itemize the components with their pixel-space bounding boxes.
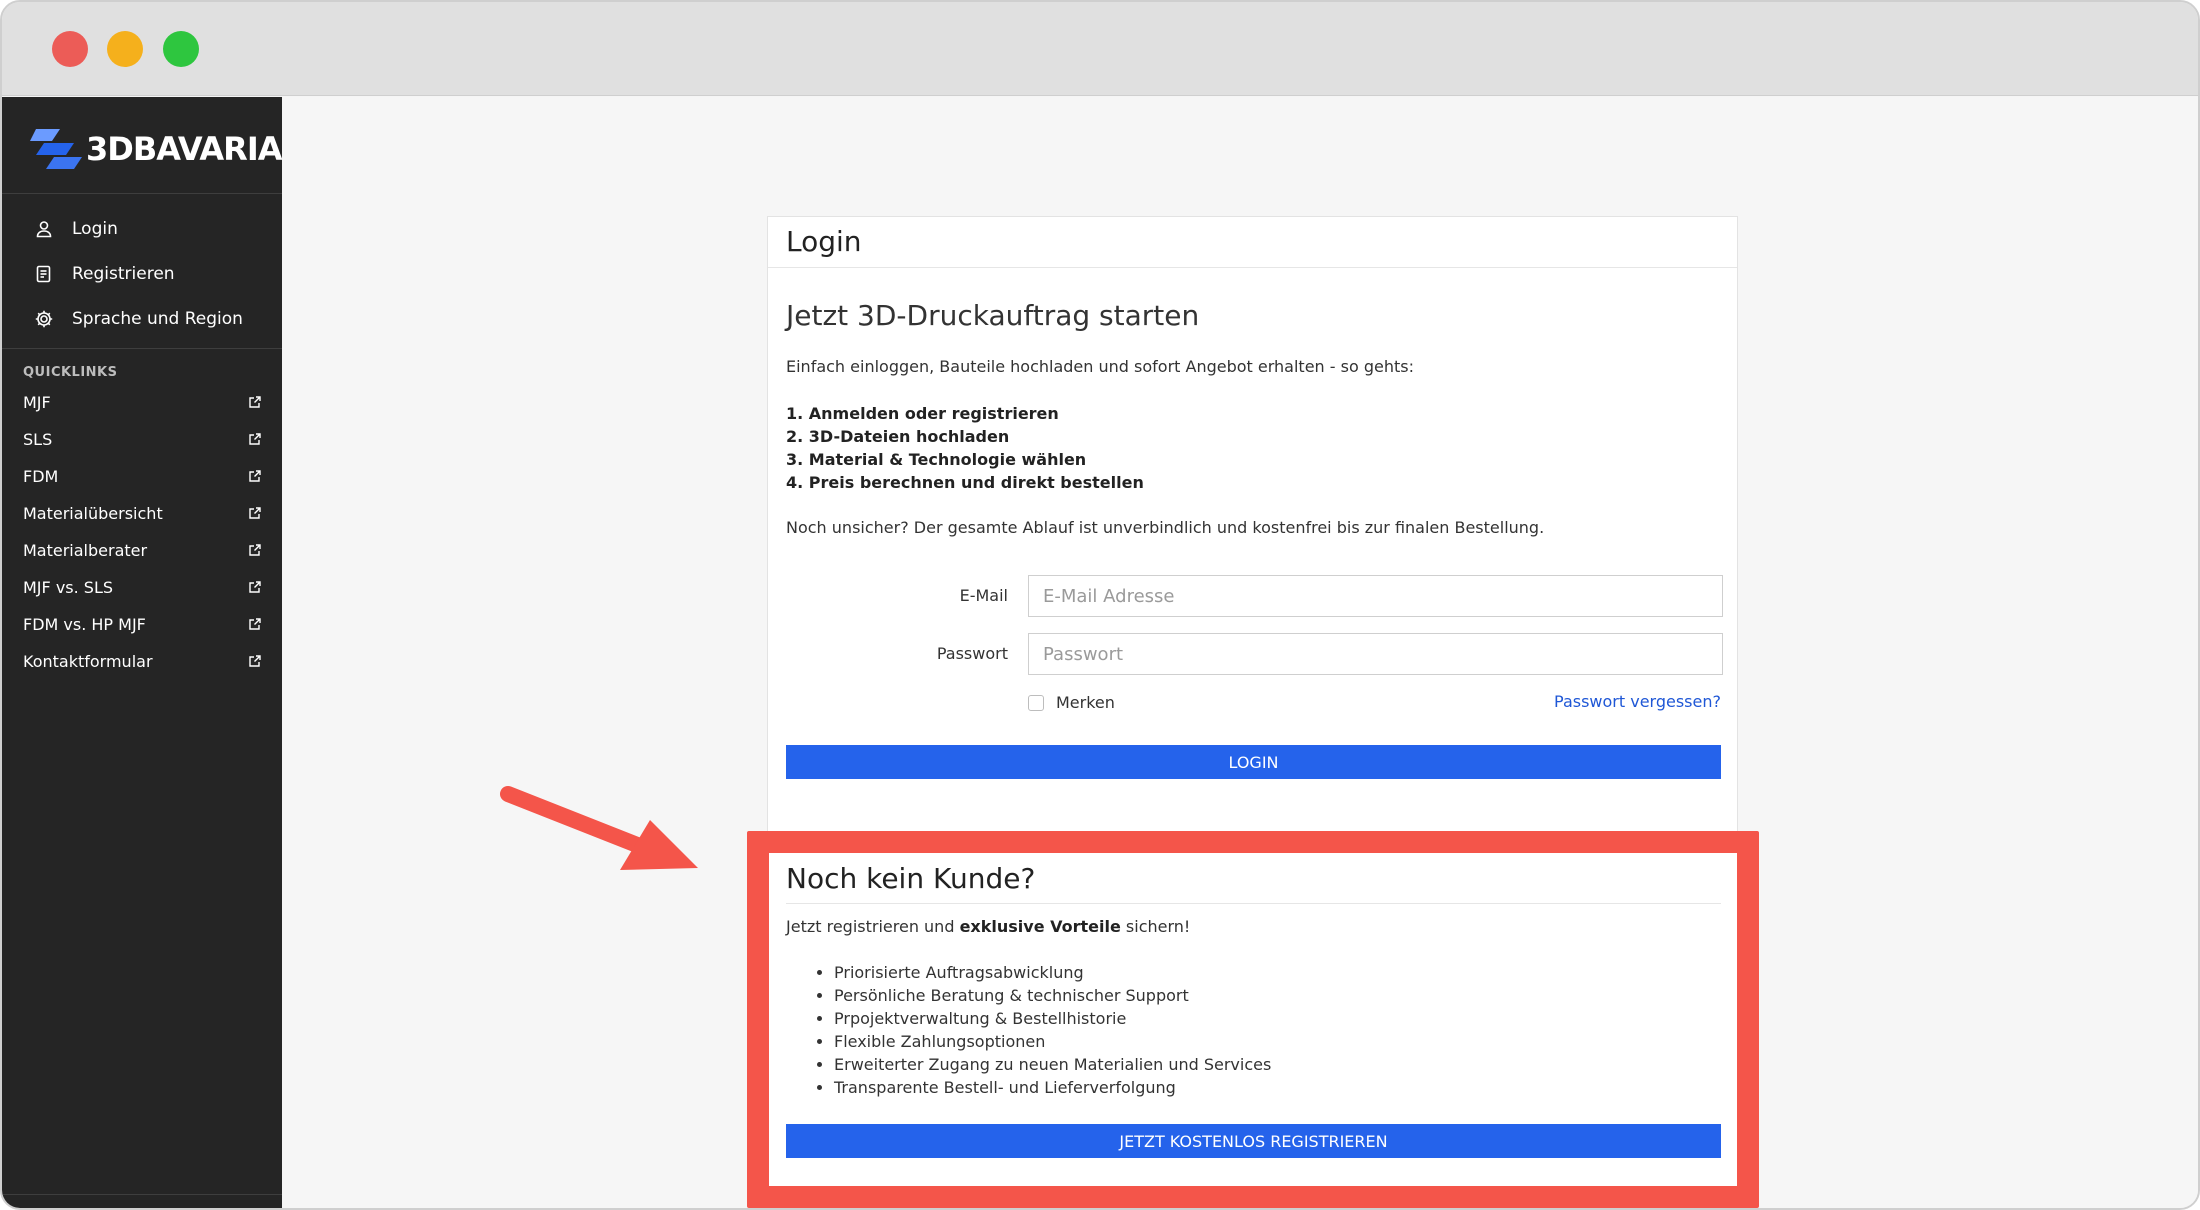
minimize-window-button[interactable] [107, 31, 143, 67]
email-label: E-Mail [959, 586, 1008, 605]
sidebar-item-login[interactable]: Login [30, 211, 118, 247]
sidebar-item-label: Login [72, 219, 118, 239]
login-step: 2. 3D-Dateien hochladen [786, 427, 1010, 446]
remember-me-checkbox[interactable]: Merken [1028, 693, 1115, 712]
email-field[interactable] [1028, 575, 1723, 617]
checkbox-box[interactable] [1028, 694, 1044, 711]
external-link-icon [249, 507, 261, 519]
login-intro-text: Einfach einloggen, Bauteile hochladen un… [786, 357, 1414, 376]
quicklink-mjf-vs-sls[interactable]: MJF vs. SLS [23, 572, 263, 602]
login-note-text: Noch unsicher? Der gesamte Ablauf ist un… [786, 518, 1545, 537]
quicklink-label: Materialübersicht [23, 503, 163, 523]
login-section-title: Jetzt 3D-Druckauftrag starten [786, 299, 1200, 332]
quicklink-fdm[interactable]: FDM [23, 461, 263, 491]
register-free-button[interactable]: JETZT KOSTENLOS REGISTRIEREN [786, 1124, 1721, 1158]
sidebar: 3DBAVARIA Login Registrieren Sprache und… [2, 97, 282, 1208]
login-card: Login Jetzt 3D-Druckauftrag starten Einf… [767, 216, 1738, 1208]
register-intro-text: Jetzt registrieren und exklusive Vorteil… [786, 917, 1190, 936]
password-field[interactable] [1028, 633, 1723, 675]
external-link-icon [249, 544, 261, 556]
forgot-password-link[interactable]: Passwort vergessen? [1554, 692, 1721, 711]
quicklink-label: FDM [23, 466, 59, 486]
benefit-item: Prpojektverwaltung & Bestellhistorie [834, 1007, 1271, 1030]
quicklink-label: MJF vs. SLS [23, 577, 114, 597]
sidebar-item-label: Sprache und Region [72, 309, 243, 329]
quicklink-sls[interactable]: SLS [23, 424, 263, 454]
register-intro-bold: exklusive Vorteile [959, 917, 1121, 936]
login-card-header: Login [768, 217, 1737, 268]
login-step: 3. Material & Technologie wählen [786, 450, 1087, 469]
brand-logo[interactable]: 3DBAVARIA [30, 125, 282, 173]
benefit-item: Flexible Zahlungsoptionen [834, 1030, 1271, 1053]
login-header-title: Login [786, 225, 862, 258]
quicklink-label: FDM vs. HP MJF [23, 614, 146, 634]
sidebar-item-register[interactable]: Registrieren [30, 256, 175, 292]
gear-icon [30, 305, 58, 333]
close-window-button[interactable] [52, 31, 88, 67]
external-link-icon [249, 618, 261, 630]
benefits-list: Priorisierte Auftragsabwicklung Persönli… [834, 961, 1271, 1099]
register-divider [786, 903, 1721, 904]
browser-window: 3DBAVARIA Login Registrieren Sprache und… [0, 0, 2200, 1210]
user-icon [30, 215, 58, 243]
external-link-icon [249, 470, 261, 482]
login-step: 1. Anmelden oder registrieren [786, 404, 1059, 423]
quicklink-label: Materialberater [23, 540, 148, 560]
external-link-icon [249, 433, 261, 445]
quicklinks-heading: QUICKLINKS [23, 365, 118, 380]
register-section-title: Noch kein Kunde? [786, 862, 1036, 895]
logo-mark-icon [30, 127, 84, 171]
benefit-item: Erweiterter Zugang zu neuen Materialien … [834, 1053, 1271, 1076]
quicklink-contact-form[interactable]: Kontaktformular [23, 646, 263, 676]
maximize-window-button[interactable] [163, 31, 199, 67]
login-button[interactable]: LOGIN [786, 745, 1721, 779]
login-steps-list: 1. Anmelden oder registrieren 2. 3D-Date… [786, 402, 1144, 494]
sidebar-item-language-region[interactable]: Sprache und Region [30, 301, 243, 337]
document-icon [30, 260, 58, 288]
benefit-item: Persönliche Beratung & technischer Suppo… [834, 984, 1271, 1007]
benefit-item: Transparente Bestell- und Lieferverfolgu… [834, 1076, 1271, 1099]
register-intro-suffix: sichern! [1120, 917, 1191, 936]
sidebar-divider [2, 1194, 282, 1195]
window-titlebar [2, 2, 2198, 96]
login-step: 4. Preis berechnen und direkt bestellen [786, 473, 1144, 492]
benefit-item: Priorisierte Auftragsabwicklung [834, 961, 1271, 984]
external-link-icon [249, 396, 261, 408]
quicklink-mjf[interactable]: MJF [23, 387, 263, 417]
quicklink-label: Kontaktformular [23, 651, 153, 671]
quicklink-material-advisor[interactable]: Materialberater [23, 535, 263, 565]
quicklink-label: MJF [23, 392, 51, 412]
external-link-icon [249, 655, 261, 667]
sidebar-item-label: Registrieren [72, 264, 175, 284]
external-link-icon [249, 581, 261, 593]
register-intro-prefix: Jetzt registrieren und [786, 917, 960, 936]
brand-name: 3DBAVARIA [86, 130, 282, 168]
sidebar-divider [2, 193, 282, 194]
quicklink-material-overview[interactable]: Materialübersicht [23, 498, 263, 528]
password-label: Passwort [936, 644, 1008, 663]
remember-label: Merken [1056, 693, 1115, 712]
sidebar-divider [2, 348, 282, 349]
quicklink-fdm-vs-hp-mjf[interactable]: FDM vs. HP MJF [23, 609, 263, 639]
quicklink-label: SLS [23, 429, 53, 449]
